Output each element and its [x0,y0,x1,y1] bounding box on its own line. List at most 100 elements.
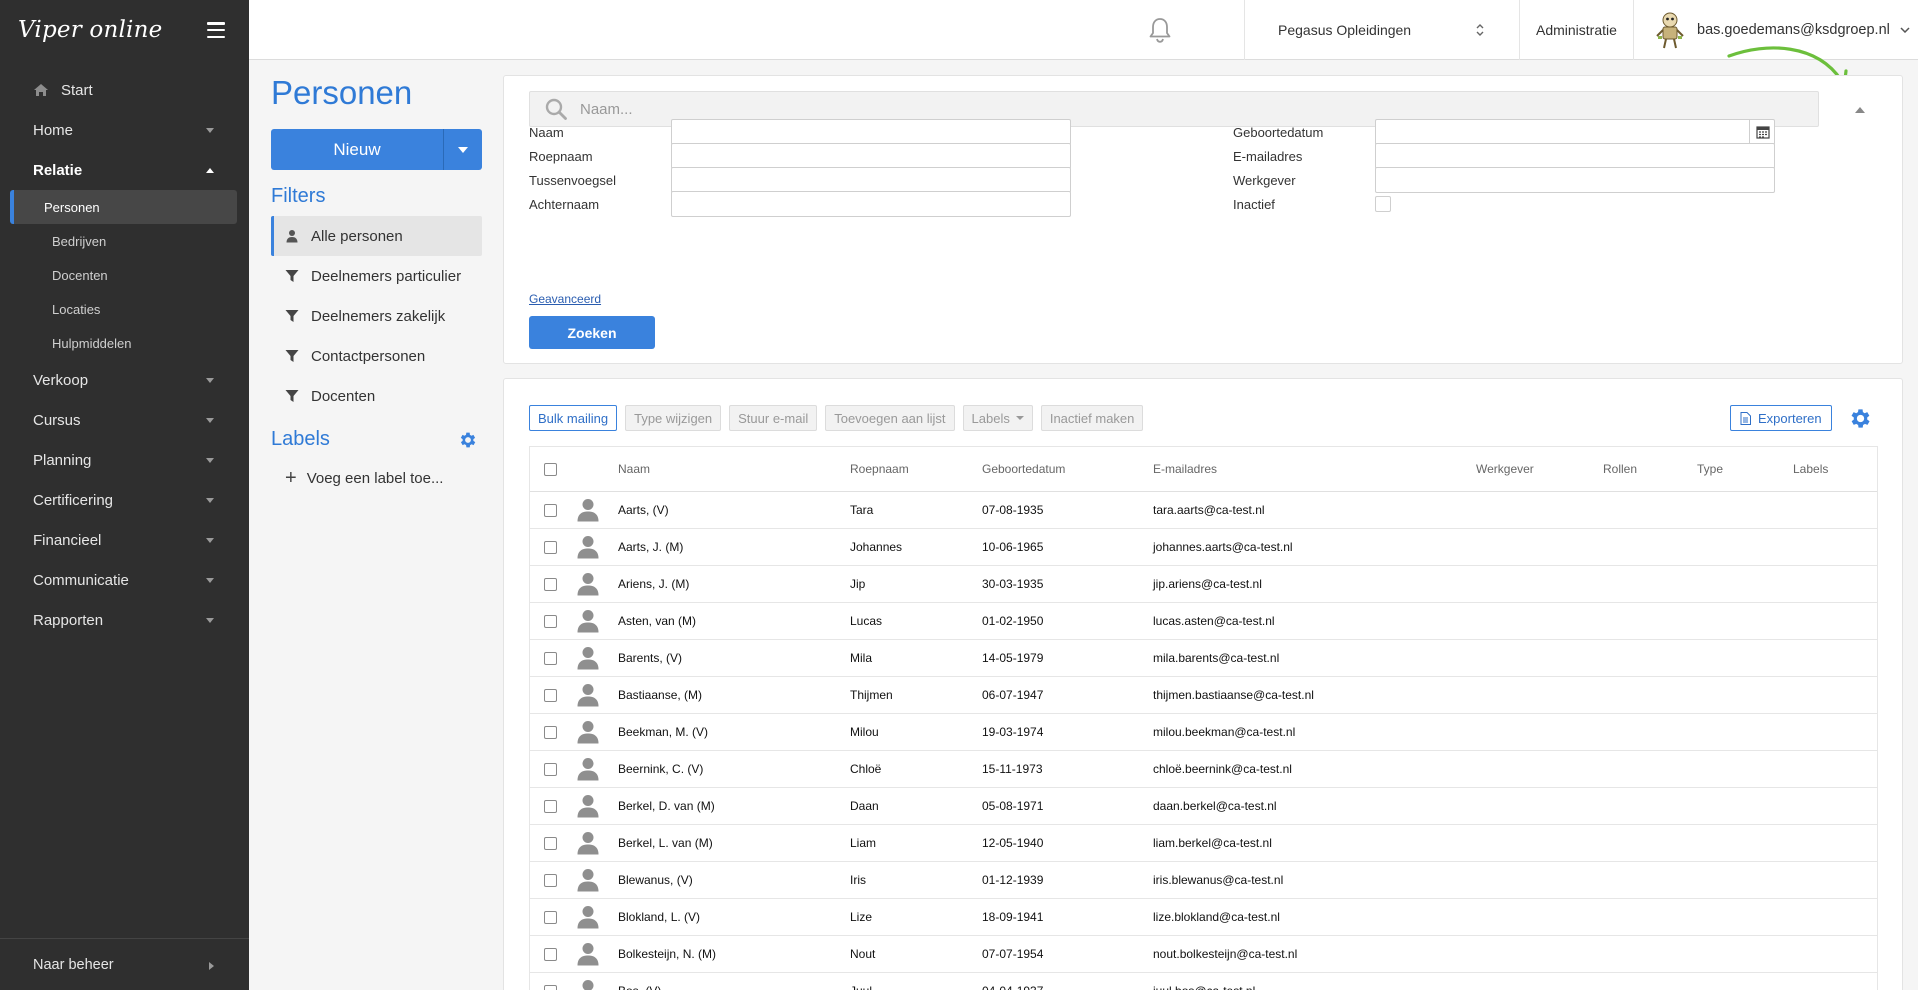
select-all-checkbox[interactable] [544,462,557,476]
avatar-cell [577,529,599,565]
table-row[interactable]: Aarts, (V) Tara 07-08-1935 tara.aarts@ca-te… [530,492,1877,529]
row-checkbox[interactable] [544,910,557,924]
sidebar-subitem-hulpmiddelen[interactable]: Hulpmiddelen [10,326,237,360]
row-checkbox[interactable] [544,614,557,628]
row-checkbox[interactable] [544,725,557,739]
filter-item[interactable]: Alle personen [271,216,482,256]
filter-item[interactable]: Contactpersonen [271,336,482,376]
table-row[interactable]: Bolkesteijn, N. (M) Nout 07-07-1954 nout.bo… [530,936,1877,973]
row-checkbox[interactable] [544,503,557,517]
werkgever-input[interactable] [1375,167,1775,193]
column-header-rollen[interactable]: Rollen [1603,447,1637,491]
column-header-type[interactable]: Type [1697,447,1723,491]
sidebar-item-label: Cursus [33,411,81,429]
field-label: Tussenvoegsel [529,172,616,188]
sidebar-item-communicatie[interactable]: Communicatie [0,560,249,600]
column-header-roepnaam[interactable]: Roepnaam [850,447,909,491]
table-row[interactable]: Beernink, C. (V) Chloë 15-11-1973 chloë.bee… [530,751,1877,788]
row-checkbox[interactable] [544,577,557,591]
sidebar-subitem-bedrijven[interactable]: Bedrijven [10,224,237,258]
app-logo[interactable]: Viper online [18,17,162,43]
user-email: bas.goedemans@ksdgroep.nl [1697,22,1890,38]
sidebar-subitem-locaties[interactable]: Locaties [10,292,237,326]
filter-item[interactable]: Deelnemers zakelijk [271,296,482,336]
row-checkbox[interactable] [544,688,557,702]
sidebar-item-planning[interactable]: Planning [0,440,249,480]
administration-link[interactable]: Administratie [1536,0,1617,60]
cell-geboortedatum: 04-04-1937 [982,973,1043,990]
new-dropdown-button[interactable] [444,129,482,170]
gear-icon[interactable] [458,430,478,450]
roepnaam-input[interactable] [671,143,1071,169]
table-row[interactable]: Bos, (V) Juul 04-04-1937 juul.bos@ca-test.n… [530,973,1877,990]
row-checkbox[interactable] [544,873,557,887]
sidebar-item-verkoop[interactable]: Verkoop [0,360,249,400]
table-row[interactable]: Aarts, J. (M) Johannes 10-06-1965 johannes.… [530,529,1877,566]
table-row[interactable]: Blokland, L. (V) Lize 18-09-1941 lize.blokl… [530,899,1877,936]
table-row[interactable]: Asten, van (M) Lucas 01-02-1950 lucas.asten… [530,603,1877,640]
row-checkbox[interactable] [544,799,557,813]
sidebar-item-financieel[interactable]: Financieel [0,520,249,560]
row-checkbox[interactable] [544,836,557,850]
menu-toggle-icon[interactable] [207,22,225,38]
column-header-geboortedatum[interactable]: Geboortedatum [982,447,1065,491]
avatar-cell [577,492,599,528]
sidebar-item-cursus[interactable]: Cursus [0,400,249,440]
birthdate-input[interactable] [1375,119,1775,145]
column-header-naam[interactable]: Naam [618,447,650,491]
search-input[interactable] [580,100,1780,118]
e-mailadres-input[interactable] [1375,143,1775,169]
filter-item[interactable]: Deelnemers particulier [271,256,482,296]
table-settings-gear-icon[interactable] [1848,406,1873,431]
user-menu[interactable]: bas.goedemans@ksdgroep.nl [1653,0,1910,60]
table-row[interactable]: Barents, (V) Mila 14-05-1979 mila.barents@c… [530,640,1877,677]
sidebar-subitem-docenten[interactable]: Docenten [10,258,237,292]
table-row[interactable]: Berkel, L. van (M) Liam 12-05-1940 liam.ber… [530,825,1877,862]
add-label-button[interactable]: + Voeg een label toe... [285,468,443,488]
sidebar-subitem-personen[interactable]: Personen [10,190,237,224]
column-header-labels[interactable]: Labels [1793,447,1828,491]
bulk-mailing-button[interactable]: Bulk mailing [529,405,618,431]
sidebar-item-certificering[interactable]: Certificering [0,480,249,520]
organization-select[interactable]: Pegasus Opleidingen [1262,0,1505,60]
row-checkbox[interactable] [544,984,557,990]
inactive-checkbox[interactable] [1375,196,1391,212]
filter-item[interactable]: Docenten [271,376,482,416]
column-header-e-mailadres[interactable]: E-mailadres [1153,447,1217,491]
new-button[interactable]: Nieuw [271,129,444,170]
sidebar-item-naar-beheer[interactable]: Naar beheer [0,938,249,990]
table-row[interactable]: Ariens, J. (M) Jip 30-03-1935 jip.ariens@ca… [530,566,1877,603]
stuur-e-mail-button[interactable]: Stuur e-mail [729,405,818,431]
table-row[interactable]: Bastiaanse, (M) Thijmen 06-07-1947 thijmen.… [530,677,1877,714]
sidebar-item-relatie[interactable]: Relatie [0,150,249,190]
naam-input[interactable] [671,119,1071,145]
row-checkbox[interactable] [544,540,557,554]
labels-button[interactable]: Labels [962,405,1033,431]
row-checkbox[interactable] [544,651,557,665]
row-checkbox[interactable] [544,947,557,961]
search-button[interactable]: Zoeken [529,316,655,349]
inactief-maken-button[interactable]: Inactief maken [1040,405,1144,431]
type-wijzigen-button[interactable]: Type wijzigen [625,405,722,431]
column-header-werkgever[interactable]: Werkgever [1476,447,1534,491]
filter-icon [285,390,299,402]
export-button[interactable]: Exporteren [1730,405,1832,431]
table-row[interactable]: Berkel, D. van (M) Daan 05-08-1971 daan.ber… [530,788,1877,825]
table-row[interactable]: Blewanus, (V) Iris 01-12-1939 iris.blewanus… [530,862,1877,899]
sidebar-item-rapporten[interactable]: Rapporten [0,600,249,640]
chevron-down-icon [1900,27,1910,33]
sidebar-item-start[interactable]: Start [0,70,249,110]
row-checkbox[interactable] [544,762,557,776]
tussenvoegsel-input[interactable] [671,167,1071,193]
person-avatar-icon [577,758,599,781]
table-row[interactable]: Beekman, M. (V) Milou 19-03-1974 milou.beek… [530,714,1877,751]
sidebar-item-home[interactable]: Home [0,110,249,150]
collapse-caret-icon[interactable] [1855,107,1865,113]
calendar-icon[interactable] [1749,119,1775,145]
toevoegen-aan-lijst-button[interactable]: Toevoegen aan lijst [825,405,955,431]
export-label: Exporteren [1758,410,1822,426]
cell-roepnaam: Lize [850,910,873,924]
achternaam-input[interactable] [671,191,1071,217]
advanced-search-link[interactable]: Geavanceerd [529,292,601,306]
bell-icon[interactable] [1146,16,1174,44]
